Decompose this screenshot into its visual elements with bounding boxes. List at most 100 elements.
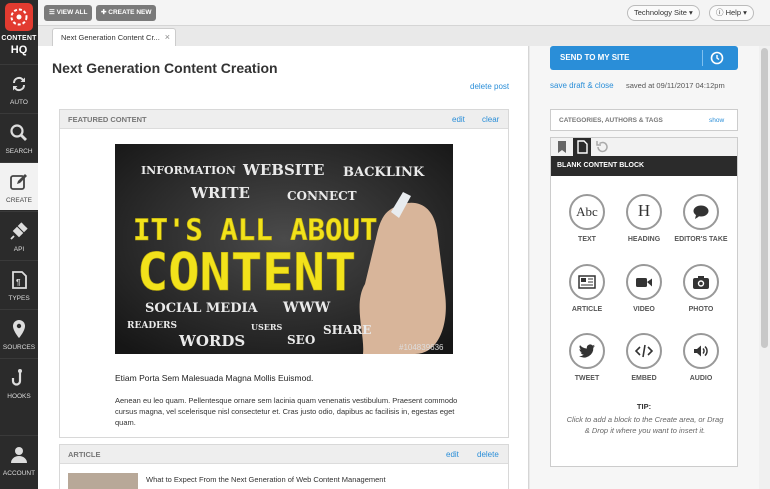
help-label: Help: [725, 8, 742, 17]
block-label: TEXT: [578, 236, 596, 243]
clock-icon[interactable]: [710, 51, 724, 65]
block-heading[interactable]: H HEADING: [616, 194, 672, 254]
sidebar-item-hooks[interactable]: HOOKS: [0, 358, 38, 406]
sidebar-item-api[interactable]: API: [0, 211, 38, 259]
block-editors-take[interactable]: EDITOR'S TAKE: [673, 194, 729, 254]
article-title[interactable]: What to Expect From the Next Generation …: [146, 475, 386, 484]
word-social-media: SOCIAL MEDIA: [145, 301, 259, 316]
twitter-bird-icon: [569, 333, 605, 369]
sidebar-item-create[interactable]: CREATE: [0, 162, 38, 210]
block-audio[interactable]: AUDIO: [673, 333, 729, 393]
sidebar-item-label: SEARCH: [5, 148, 33, 155]
panel-title: FEATURED CONTENT: [68, 115, 147, 124]
text-abc-icon: Abc: [569, 194, 605, 230]
sync-icon: [12, 76, 26, 92]
headline-line-1: IT'S ALL ABOUT: [133, 213, 377, 247]
block-embed[interactable]: EMBED: [616, 333, 672, 393]
word-connect: CONNECT: [287, 189, 357, 203]
heading-h-icon: H: [626, 194, 662, 230]
block-label: EDITOR'S TAKE: [674, 236, 728, 243]
delete-link[interactable]: delete: [477, 450, 499, 459]
map-pin-icon: [13, 320, 25, 338]
logo-text-hq: HQ: [10, 44, 28, 56]
blank-block-tab[interactable]: [573, 138, 591, 156]
create-new-label: CREATE NEW: [108, 9, 152, 16]
sidebar-item-label: ACCOUNT: [2, 470, 36, 477]
word-write: WRITE: [190, 184, 250, 202]
editor-area: Next Generation Content Creation delete …: [38, 46, 529, 489]
bookmark-tab[interactable]: [553, 138, 571, 156]
block-label: TWEET: [574, 375, 600, 382]
tip-body: Click to add a block to the Create area,…: [566, 415, 724, 435]
block-text[interactable]: Abc TEXT: [559, 194, 615, 254]
top-toolbar: ☰ VIEW ALL ✚ CREATE NEW Technology Site …: [38, 0, 770, 26]
word-www: WWW: [282, 300, 330, 316]
site-select[interactable]: Technology Site ▾: [627, 5, 700, 21]
block-label: VIDEO: [633, 306, 655, 313]
search-icon: [10, 124, 27, 141]
scroll-thumb[interactable]: [761, 48, 768, 348]
logo-badge-icon: [5, 3, 33, 31]
sidebar-item-search[interactable]: SEARCH: [0, 113, 38, 161]
app-logo[interactable]: CONTENT HQ: [0, 0, 38, 62]
sidebar-item-types[interactable]: ¶ TYPES: [0, 260, 38, 308]
video-camera-icon: [626, 264, 662, 300]
show-link[interactable]: show: [709, 117, 724, 124]
word-backlink: BACKLINK: [343, 165, 425, 180]
document-type-icon: ¶: [12, 271, 27, 289]
block-video[interactable]: VIDEO: [616, 264, 672, 324]
code-icon: [626, 333, 662, 369]
logo-text-content: CONTENT: [1, 35, 37, 42]
edit-link[interactable]: edit: [446, 450, 459, 459]
sidebar-item-auto[interactable]: AUTO: [0, 64, 38, 112]
save-draft-link[interactable]: save draft & close: [550, 81, 614, 90]
view-all-label: VIEW ALL: [56, 9, 88, 16]
post-title[interactable]: Next Generation Content Creation: [52, 60, 278, 76]
create-new-button[interactable]: ✚ CREATE NEW: [96, 5, 157, 21]
scrollbar[interactable]: [759, 46, 770, 489]
history-icon: [596, 141, 608, 153]
sidebar-item-label: SOURCES: [2, 344, 36, 351]
categories-box: CATEGORIES, AUTHORS & TAGS show: [550, 109, 738, 131]
clear-link[interactable]: clear: [482, 115, 499, 124]
sidebar-item-account[interactable]: ACCOUNT: [0, 435, 38, 489]
history-tab[interactable]: [593, 138, 611, 156]
speech-bubble-icon: [683, 194, 719, 230]
featured-subheading[interactable]: Etiam Porta Sem Malesuada Magna Mollis E…: [115, 373, 313, 383]
word-information: INFORMATION: [141, 164, 236, 177]
block-photo[interactable]: PHOTO: [673, 264, 729, 324]
article-thumbnail: [68, 473, 138, 489]
help-circle-icon: ⓘ: [716, 8, 726, 17]
panel-title: ARTICLE: [68, 450, 101, 459]
stock-id: #104839636: [399, 343, 444, 352]
view-all-button[interactable]: ☰ VIEW ALL: [44, 5, 93, 21]
delete-post-link[interactable]: delete post: [470, 82, 509, 91]
chevron-down-icon: ▾: [743, 8, 747, 17]
content-blocks-panel: BLANK CONTENT BLOCK Abc TEXT H HEADING E…: [550, 137, 738, 467]
close-icon[interactable]: ×: [165, 29, 170, 46]
sidebar-item-label: AUTO: [10, 99, 28, 106]
document-icon: [577, 140, 588, 154]
block-title: BLANK CONTENT BLOCK: [551, 156, 737, 176]
tab-post[interactable]: Next Generation Content Cr... ×: [52, 28, 176, 47]
panel-header: ARTICLE edit delete: [60, 445, 508, 464]
block-tweet[interactable]: TWEET: [559, 333, 615, 393]
panel-header: FEATURED CONTENT edit clear: [60, 110, 508, 129]
word-share: SHARE: [323, 323, 371, 337]
left-sidebar: CONTENT HQ AUTO SEARCH CREATE API ¶ TYPE…: [0, 0, 38, 489]
block-label: ARTICLE: [571, 306, 603, 313]
headline-line-2: CONTENT: [137, 243, 356, 303]
right-panel: SEND TO MY SITE save draft & close saved…: [530, 46, 770, 489]
newspaper-icon: [569, 264, 605, 300]
featured-content-panel: FEATURED CONTENT edit clear INFORMATION …: [59, 109, 509, 438]
featured-paragraph[interactable]: Aenean eu leo quam. Pellentesque ornare …: [115, 395, 460, 428]
sidebar-item-sources[interactable]: SOURCES: [0, 309, 38, 357]
saved-timestamp: saved at 09/11/2017 04:12pm: [626, 81, 725, 90]
speaker-icon: [683, 333, 719, 369]
help-dropdown[interactable]: ⓘ Help ▾: [709, 5, 754, 21]
edit-link[interactable]: edit: [452, 115, 465, 124]
featured-image[interactable]: INFORMATION WEBSITE BACKLINK WRITE CONNE…: [115, 144, 453, 354]
block-article[interactable]: ARTICLE: [559, 264, 615, 324]
block-tabs: [551, 138, 737, 156]
send-to-site-button[interactable]: SEND TO MY SITE: [550, 46, 738, 70]
